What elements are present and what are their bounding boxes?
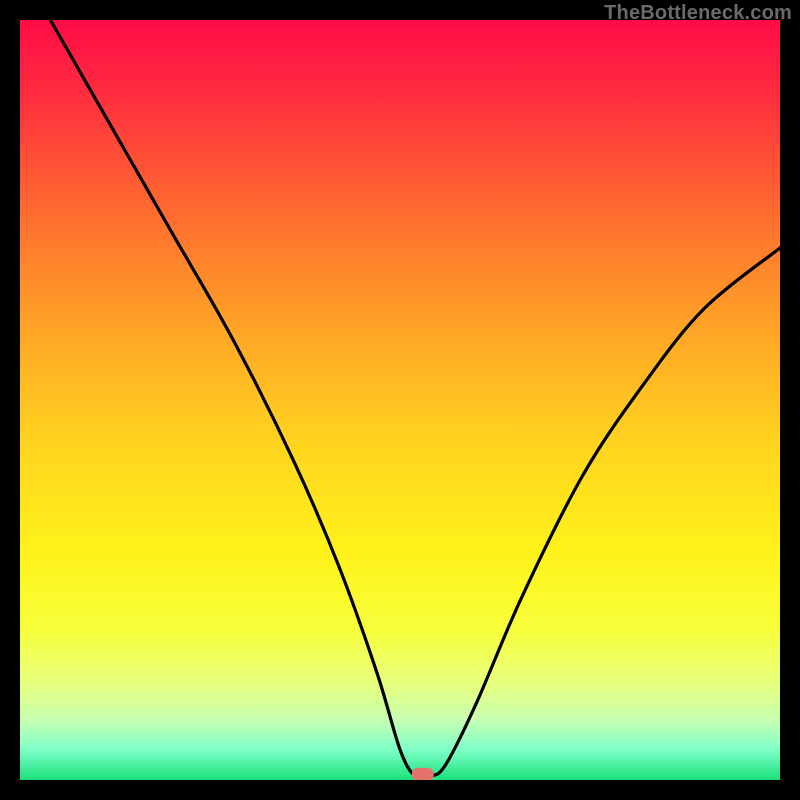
- plot-area: [20, 20, 780, 780]
- chart-frame: TheBottleneck.com: [0, 0, 800, 800]
- optimal-point-marker: [412, 768, 434, 780]
- gradient-background: [20, 20, 780, 780]
- bottleneck-chart: [20, 20, 780, 780]
- watermark-label: TheBottleneck.com: [604, 2, 792, 25]
